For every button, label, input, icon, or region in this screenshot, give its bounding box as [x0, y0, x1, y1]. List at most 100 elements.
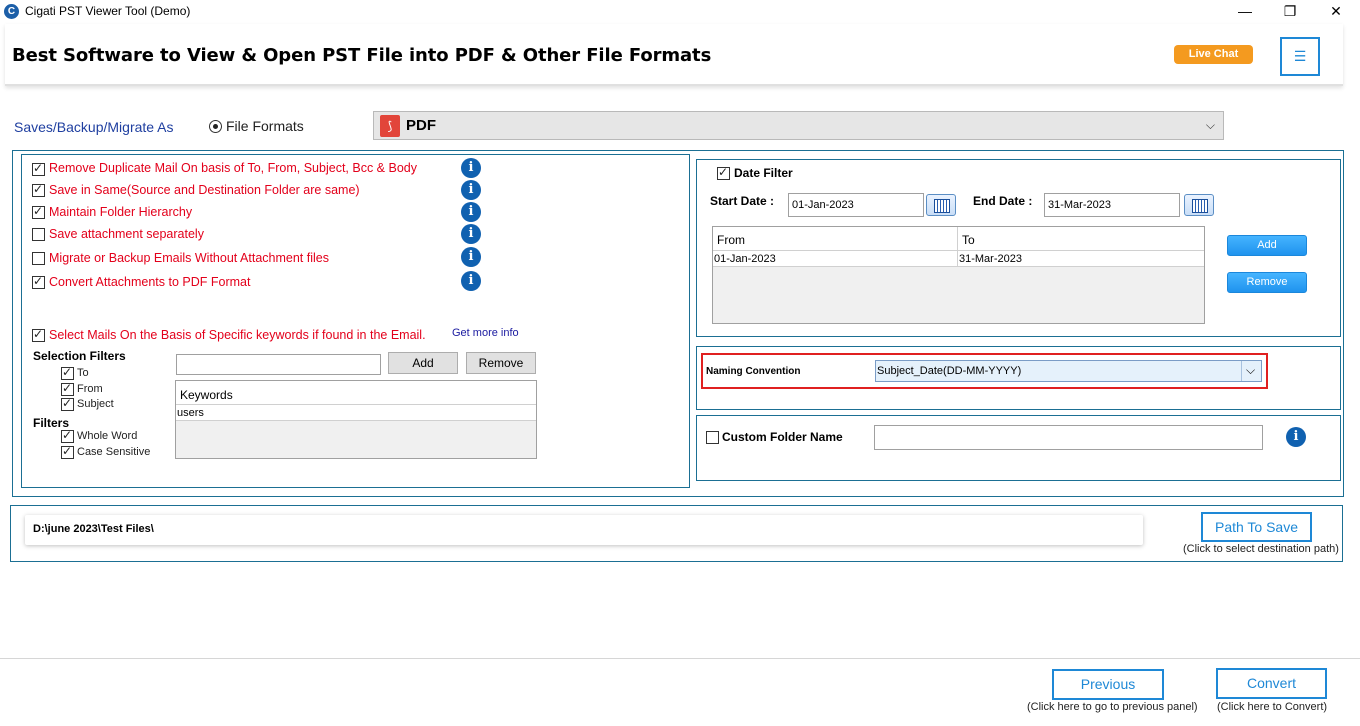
- hamburger-menu-icon: ☰: [1293, 48, 1307, 64]
- dropdown-divider: [1241, 361, 1242, 381]
- format-dropdown[interactable]: ⟆ PDF ⌵: [373, 111, 1224, 140]
- start-date-label: Start Date :: [710, 194, 775, 208]
- column-divider: [957, 227, 958, 251]
- convert-button[interactable]: Convert: [1216, 668, 1327, 699]
- maximize-button[interactable]: ❐: [1267, 0, 1313, 24]
- info-icon[interactable]: i: [461, 224, 481, 244]
- selection-filters-title: Selection Filters: [33, 349, 126, 363]
- end-date-calendar-icon[interactable]: [1184, 194, 1214, 216]
- destination-path-field[interactable]: D:\june 2023\Test Files\: [25, 515, 1143, 545]
- path-to-save-hint: (Click to select destination path): [1183, 543, 1339, 555]
- destination-path-value: D:\june 2023\Test Files\: [33, 523, 154, 535]
- keyword-filter-checkbox[interactable]: [32, 327, 45, 342]
- keywords-column-header: Keywords: [180, 388, 233, 402]
- option-checkbox-save-attachment[interactable]: [32, 228, 45, 241]
- window-title: Cigati PST Viewer Tool (Demo): [25, 4, 191, 18]
- naming-convention-value: Subject_Date(DD-MM-YYYY): [877, 365, 1022, 377]
- pdf-file-icon: ⟆: [380, 115, 400, 137]
- option-label: Maintain Folder Hierarchy: [49, 205, 193, 219]
- end-date-label: End Date :: [973, 194, 1033, 208]
- custom-folder-checkbox[interactable]: [706, 431, 719, 444]
- table-row[interactable]: users: [176, 405, 536, 421]
- keywords-grid-header: Keywords: [176, 381, 536, 405]
- end-date-input[interactable]: 31-Mar-2023: [1044, 193, 1180, 217]
- option-checkbox-remove-duplicate[interactable]: [32, 161, 45, 176]
- case-sensitive-checkbox[interactable]: [61, 444, 74, 459]
- option-checkbox-folder-hierarchy[interactable]: [32, 204, 45, 219]
- option-label: Save in Same(Source and Destination Fold…: [49, 183, 360, 197]
- naming-convention-panel: Naming Convention Subject_Date(DD-MM-YYY…: [696, 346, 1341, 410]
- minimize-button[interactable]: —: [1222, 0, 1268, 24]
- get-more-info-link[interactable]: Get more info: [452, 327, 519, 339]
- date-filter-checkbox[interactable]: [717, 165, 730, 180]
- date-grid-header: From To: [713, 227, 1204, 251]
- option-checkbox-without-attachment[interactable]: [32, 252, 45, 265]
- selected-format: PDF: [406, 117, 436, 134]
- custom-folder-label: Custom Folder Name: [722, 430, 843, 444]
- convert-hint: (Click here to Convert): [1217, 701, 1328, 713]
- filter-subject-checkbox[interactable]: [61, 396, 74, 411]
- info-icon[interactable]: i: [461, 202, 481, 222]
- from-column-header: From: [717, 233, 745, 247]
- file-formats-label: File Formats: [226, 118, 304, 134]
- filter-to-checkbox[interactable]: [61, 365, 74, 380]
- date-filter-label: Date Filter: [734, 166, 793, 180]
- chevron-down-icon: ⌵: [1205, 118, 1215, 132]
- remove-date-range-button[interactable]: Remove: [1227, 272, 1307, 293]
- add-keyword-button[interactable]: Add: [388, 352, 458, 374]
- file-formats-radio[interactable]: [209, 120, 222, 133]
- option-label: Convert Attachments to PDF Format: [49, 275, 251, 289]
- keyword-cell: users: [177, 407, 204, 419]
- header-title: Best Software to View & Open PST File in…: [12, 45, 712, 66]
- filter-from-checkbox[interactable]: [61, 381, 74, 396]
- custom-folder-input[interactable]: [874, 425, 1263, 450]
- start-date-input[interactable]: 01-Jan-2023: [788, 193, 924, 217]
- previous-button[interactable]: Previous: [1052, 669, 1164, 700]
- from-cell: 01-Jan-2023: [714, 253, 776, 265]
- table-row[interactable]: 01-Jan-2023 31-Mar-2023: [713, 251, 1204, 267]
- chevron-down-icon: ⌵: [1246, 363, 1256, 377]
- previous-hint: (Click here to go to previous panel): [1027, 701, 1198, 713]
- option-label: Remove Duplicate Mail On basis of To, Fr…: [49, 161, 417, 175]
- to-cell: 31-Mar-2023: [959, 253, 1022, 265]
- naming-convention-label: Naming Convention: [706, 366, 801, 377]
- footer-divider: [0, 658, 1360, 659]
- option-label: Save attachment separately: [49, 227, 204, 241]
- keyword-filter-label: Select Mails On the Basis of Specific ke…: [49, 328, 426, 342]
- menu-button[interactable]: ☰: [1280, 37, 1320, 76]
- option-label: Migrate or Backup Emails Without Attachm…: [49, 251, 329, 265]
- add-date-range-button[interactable]: Add: [1227, 235, 1307, 256]
- app-logo-icon: C: [4, 4, 19, 19]
- date-filter-panel: Date Filter Start Date : 01-Jan-2023 End…: [696, 159, 1341, 337]
- mail-options-panel: Remove Duplicate Mail On basis of To, Fr…: [21, 154, 690, 488]
- case-sensitive-label: Case Sensitive: [77, 446, 151, 458]
- title-bar: C Cigati PST Viewer Tool (Demo) — ❐ ✕: [0, 0, 1360, 24]
- filter-subject-label: Subject: [77, 398, 114, 410]
- whole-word-label: Whole Word: [77, 430, 138, 442]
- saves-backup-label: Saves/Backup/Migrate As: [14, 119, 174, 135]
- info-icon[interactable]: i: [1286, 427, 1306, 447]
- naming-convention-dropdown[interactable]: Subject_Date(DD-MM-YYYY) ⌵: [875, 360, 1262, 382]
- filter-to-label: To: [77, 367, 89, 379]
- info-icon[interactable]: i: [461, 158, 481, 178]
- close-button[interactable]: ✕: [1313, 0, 1359, 24]
- info-icon[interactable]: i: [461, 247, 481, 267]
- filter-from-label: From: [77, 383, 103, 395]
- start-date-calendar-icon[interactable]: [926, 194, 956, 216]
- whole-word-checkbox[interactable]: [61, 428, 74, 443]
- custom-folder-panel: Custom Folder Name i: [696, 415, 1341, 481]
- app-header: Best Software to View & Open PST File in…: [5, 24, 1343, 86]
- option-checkbox-save-in-same[interactable]: [32, 182, 45, 197]
- to-column-header: To: [962, 233, 975, 247]
- date-range-grid[interactable]: From To 01-Jan-2023 31-Mar-2023: [712, 226, 1205, 324]
- column-divider: [957, 251, 958, 267]
- keyword-input[interactable]: [176, 354, 381, 375]
- path-to-save-button[interactable]: Path To Save: [1201, 512, 1312, 542]
- destination-path-panel: D:\june 2023\Test Files\ Path To Save (C…: [10, 505, 1343, 562]
- keywords-grid[interactable]: Keywords users: [175, 380, 537, 459]
- option-checkbox-convert-attachments[interactable]: [32, 274, 45, 289]
- info-icon[interactable]: i: [461, 271, 481, 291]
- info-icon[interactable]: i: [461, 180, 481, 200]
- live-chat-button[interactable]: Live Chat: [1174, 45, 1253, 64]
- remove-keyword-button[interactable]: Remove: [466, 352, 536, 374]
